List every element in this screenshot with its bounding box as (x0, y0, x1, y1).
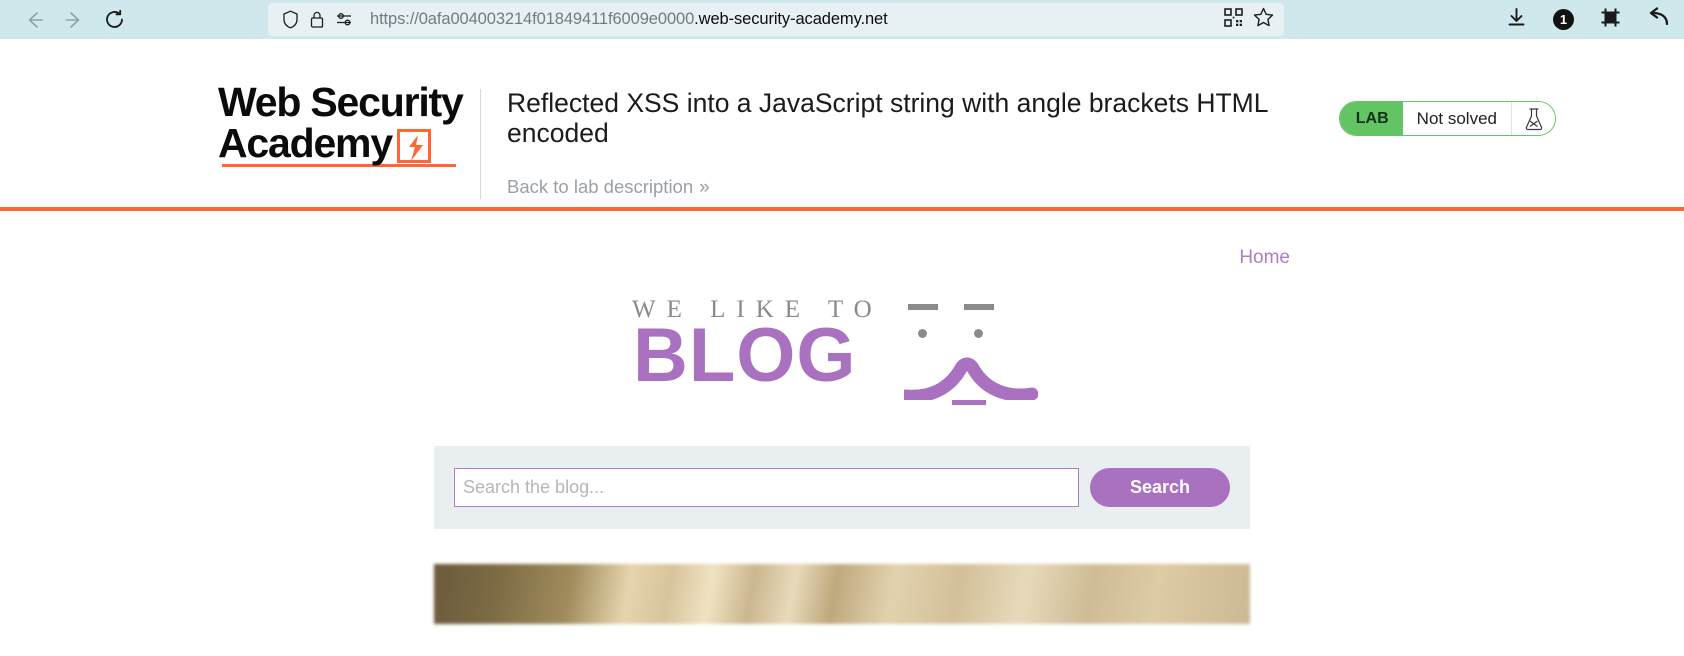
face-eye-right (974, 329, 983, 338)
forward-button[interactable] (54, 5, 94, 35)
logo-line-one: Web Security (218, 79, 464, 125)
face-eyebrow-right (964, 304, 994, 310)
back-link-label: Back to lab description (507, 175, 694, 197)
chevron-right-icon: » (699, 176, 709, 198)
star-bookmark-icon[interactable] (1253, 7, 1274, 32)
download-button[interactable] (1506, 7, 1527, 33)
blog-heading-large: BLOG (633, 313, 857, 398)
flask-icon[interactable] (1511, 102, 1555, 135)
forward-arrow-icon (63, 9, 85, 31)
lab-header: Web Security Academy Reflected XSS into … (0, 39, 1684, 207)
back-button[interactable] (14, 5, 54, 35)
url-bar[interactable]: https://0afa004003214f01849411f6009e0000… (268, 3, 1284, 36)
shield-icon[interactable] (278, 9, 302, 31)
blog-page: Home WE LIKE TO BLOG Search (0, 211, 1684, 656)
search-button[interactable]: Search (1090, 468, 1230, 507)
status-badge[interactable]: LAB Not solved (1338, 101, 1556, 136)
hero-image (434, 564, 1250, 624)
page-title: Reflected XSS into a JavaScript string w… (507, 88, 1268, 148)
reload-button[interactable] (94, 5, 134, 35)
status-badge-text: Not solved (1402, 102, 1511, 135)
nav-link-home[interactable]: Home (1239, 247, 1290, 269)
search-input[interactable] (454, 468, 1079, 507)
status-badge-tag: LAB (1339, 102, 1403, 135)
crop-screenshot-button[interactable] (1600, 7, 1621, 33)
blog-masthead: WE LIKE TO BLOG (0, 288, 1684, 413)
face-eyebrow-left (908, 304, 938, 310)
toolbar-right-actions: 1 (1506, 0, 1670, 39)
kaomoji-face-icon (904, 288, 1052, 410)
url-text[interactable]: https://0afa004003214f01849411f6009e0000… (370, 10, 1224, 29)
undo-button[interactable] (1647, 6, 1670, 33)
face-mustache (904, 357, 1038, 400)
qr-code-icon[interactable] (1224, 7, 1243, 32)
blog-top-nav: Home (0, 211, 1684, 269)
permissions-icon[interactable] (332, 9, 356, 31)
reload-icon (103, 8, 126, 31)
face-mouth-line (952, 400, 986, 405)
face-eye-left (918, 329, 927, 338)
logo-line-two-text: Academy (218, 119, 393, 166)
browser-toolbar: https://0afa004003214f01849411f6009e0000… (0, 0, 1684, 39)
lightning-bolt-icon (396, 128, 431, 163)
blog-search-panel: Search (434, 446, 1250, 529)
back-arrow-icon (23, 9, 45, 31)
lock-icon[interactable] (305, 9, 329, 31)
notification-badge[interactable]: 1 (1553, 9, 1574, 30)
web-security-academy-logo[interactable]: Web Security Academy (218, 79, 480, 168)
back-to-lab-description-link[interactable]: Back to lab description» (507, 176, 1684, 199)
logo-line-two: Academy (218, 119, 480, 166)
